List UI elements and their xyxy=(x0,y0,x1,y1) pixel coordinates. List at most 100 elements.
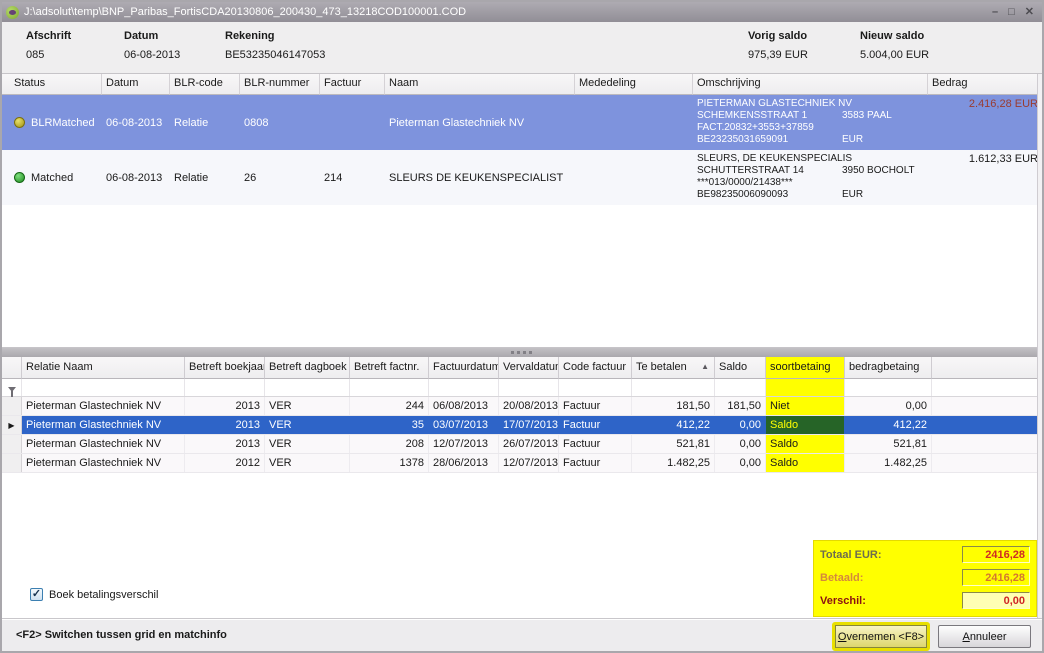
cell-soortbetaing: Saldo xyxy=(766,454,845,472)
transaction-row[interactable]: Matched 06-08-2013 Relatie 26 214 SLEURS… xyxy=(2,150,1042,205)
cell-dagboek: VER xyxy=(265,454,350,472)
filter-cell[interactable] xyxy=(350,379,429,396)
filter-cell[interactable] xyxy=(845,379,932,396)
filter-cell[interactable] xyxy=(632,379,715,396)
filter-cell[interactable] xyxy=(715,379,766,396)
cell-relatie-naam: Pieterman Glastechniek NV xyxy=(22,397,185,415)
cell-dagboek: VER xyxy=(265,397,350,415)
field-value: 085 xyxy=(26,49,71,61)
field-rekening: Rekening BE53235046147053 xyxy=(225,30,325,61)
cell-blr-code: Relatie xyxy=(170,172,240,184)
column-header-code-factuur[interactable]: Code factuur xyxy=(559,357,632,379)
maximize-icon[interactable]: □ xyxy=(1008,4,1015,20)
column-header-blr-nummer[interactable]: BLR-nummer xyxy=(240,74,320,95)
filter-cell[interactable] xyxy=(429,379,499,396)
titlebar: J:\adsolut\temp\BNP_Paribas_FortisCDA201… xyxy=(2,2,1042,22)
cell-saldo: 0,00 xyxy=(715,454,766,472)
cell-factnr: 208 xyxy=(350,435,429,453)
column-header-bedrag[interactable]: Bedrag xyxy=(928,74,1042,95)
cell-vervaldatum: 17/07/2013 xyxy=(499,416,559,434)
annuleer-button[interactable]: Annuleer xyxy=(938,625,1031,648)
column-header-soortbetaing[interactable]: soortbetaing xyxy=(766,357,845,379)
field-nieuw-saldo: Nieuw saldo 5.004,00 EUR xyxy=(860,30,929,61)
cell-factuurdatum: 12/07/2013 xyxy=(429,435,499,453)
invoice-row[interactable]: Pieterman Glastechniek NV 2013 VER 244 0… xyxy=(2,397,1042,416)
column-header-te-betalen[interactable]: Te betalen ▲ xyxy=(632,357,715,379)
field-afschrift: Afschrift 085 xyxy=(26,30,71,61)
transactions-grid: Status Datum BLR-code BLR-nummer Factuur… xyxy=(2,74,1042,348)
cell-datum: 06-08-2013 xyxy=(102,172,170,184)
column-header-blr-code[interactable]: BLR-code xyxy=(170,74,240,95)
cell-factuurdatum: 03/07/2013 xyxy=(429,416,499,434)
cell-dagboek: VER xyxy=(265,416,350,434)
filter-cell[interactable] xyxy=(22,379,185,396)
column-header-betreft-boekjaar[interactable]: Betreft boekjaar xyxy=(185,357,265,379)
column-header-saldo[interactable]: Saldo xyxy=(715,357,766,379)
column-header-datum[interactable]: Datum xyxy=(102,74,170,95)
verschil-field: 0,00 xyxy=(962,592,1030,609)
row-indicator xyxy=(2,435,22,453)
filter-icon xyxy=(8,387,16,392)
cell-datum: 06-08-2013 xyxy=(102,117,170,129)
current-row-arrow-icon: ▶ xyxy=(2,416,22,434)
filter-row xyxy=(2,379,1042,397)
field-vorig-saldo: Vorig saldo 975,39 EUR xyxy=(748,30,808,61)
filter-cell[interactable] xyxy=(265,379,350,396)
invoice-row[interactable]: Pieterman Glastechniek NV 2012 VER 1378 … xyxy=(2,454,1042,473)
cell-boekjaar: 2012 xyxy=(185,454,265,472)
cell-omschrijving: PIETERMAN GLASTECHNIEK NV SCHEMKENSSTRAA… xyxy=(693,95,928,150)
close-icon[interactable]: ✕ xyxy=(1025,4,1034,20)
row-indicator-header xyxy=(2,357,22,379)
total-label: Totaal EUR: xyxy=(820,549,902,561)
field-label: Vorig saldo xyxy=(748,30,808,42)
cell-vervaldatum: 20/08/2013 xyxy=(499,397,559,415)
cell-factuurdatum: 06/08/2013 xyxy=(429,397,499,415)
column-header-status[interactable]: Status xyxy=(10,74,102,95)
filter-row-indicator xyxy=(2,379,22,396)
cell-relatie-naam: Pieterman Glastechniek NV xyxy=(22,454,185,472)
filter-cell[interactable] xyxy=(499,379,559,396)
transaction-row[interactable]: BLRMatched 06-08-2013 Relatie 0808 Piete… xyxy=(2,95,1042,150)
cell-naam: Pieterman Glastechniek NV xyxy=(385,117,575,129)
column-header-omschrijving[interactable]: Omschrijving xyxy=(693,74,928,95)
cell-code-factuur: Factuur xyxy=(559,416,632,434)
invoices-grid-header: Relatie Naam Betreft boekjaar Betreft da… xyxy=(2,357,1042,379)
boek-betalingsverschil-checkbox[interactable]: ✓ Boek betalingsverschil xyxy=(30,588,158,601)
column-header-vervaldatum[interactable]: Vervaldatum xyxy=(499,357,559,379)
horizontal-splitter[interactable] xyxy=(2,348,1042,357)
cell-blr-code: Relatie xyxy=(170,117,240,129)
cell-te-betalen: 1.482,25 xyxy=(632,454,715,472)
column-header-naam[interactable]: Naam xyxy=(385,74,575,95)
filter-cell[interactable] xyxy=(559,379,632,396)
window-title: J:\adsolut\temp\BNP_Paribas_FortisCDA201… xyxy=(24,6,466,18)
row-indicator xyxy=(2,454,22,472)
checkbox-label: Boek betalingsverschil xyxy=(49,589,158,601)
cell-saldo: 0,00 xyxy=(715,435,766,453)
filter-cell[interactable] xyxy=(185,379,265,396)
invoice-row[interactable]: Pieterman Glastechniek NV 2013 VER 208 1… xyxy=(2,435,1042,454)
column-header-bedragbetaing[interactable]: bedragbetaing xyxy=(845,357,932,379)
field-value: 975,39 EUR xyxy=(748,49,808,61)
totals-panel: Totaal EUR: 2416,28 Betaald: 2416,28 Ver… xyxy=(813,540,1037,617)
cell-factnr: 35 xyxy=(350,416,429,434)
cell-naam: SLEURS DE KEUKENSPECIALIST xyxy=(385,172,575,184)
cell-boekjaar: 2013 xyxy=(185,397,265,415)
overnemen-button[interactable]: Overnemen <F8> xyxy=(835,625,927,648)
invoice-row-selected[interactable]: ▶ Pieterman Glastechniek NV 2013 VER 35 … xyxy=(2,416,1042,435)
column-header-betreft-factnr[interactable]: Betreft factnr. xyxy=(350,357,429,379)
cell-bedragbetaing: 0,00 xyxy=(845,397,932,415)
column-header-factuurdatum[interactable]: Factuurdatum xyxy=(429,357,499,379)
field-datum: Datum 06-08-2013 xyxy=(124,30,180,61)
minimize-icon[interactable]: – xyxy=(992,4,998,20)
field-value: BE53235046147053 xyxy=(225,49,325,61)
betaald-field: 2416,28 xyxy=(962,569,1030,586)
field-value: 5.004,00 EUR xyxy=(860,49,929,61)
cell-empty xyxy=(932,454,1042,472)
status-text: BLRMatched xyxy=(31,117,95,129)
column-header-betreft-dagboek[interactable]: Betreft dagboek xyxy=(265,357,350,379)
app-icon xyxy=(6,6,19,19)
column-header-factuur[interactable]: Factuur xyxy=(320,74,385,95)
filter-cell[interactable] xyxy=(766,379,845,396)
column-header-relatie-naam[interactable]: Relatie Naam xyxy=(22,357,185,379)
column-header-mededeling[interactable]: Mededeling xyxy=(575,74,693,95)
